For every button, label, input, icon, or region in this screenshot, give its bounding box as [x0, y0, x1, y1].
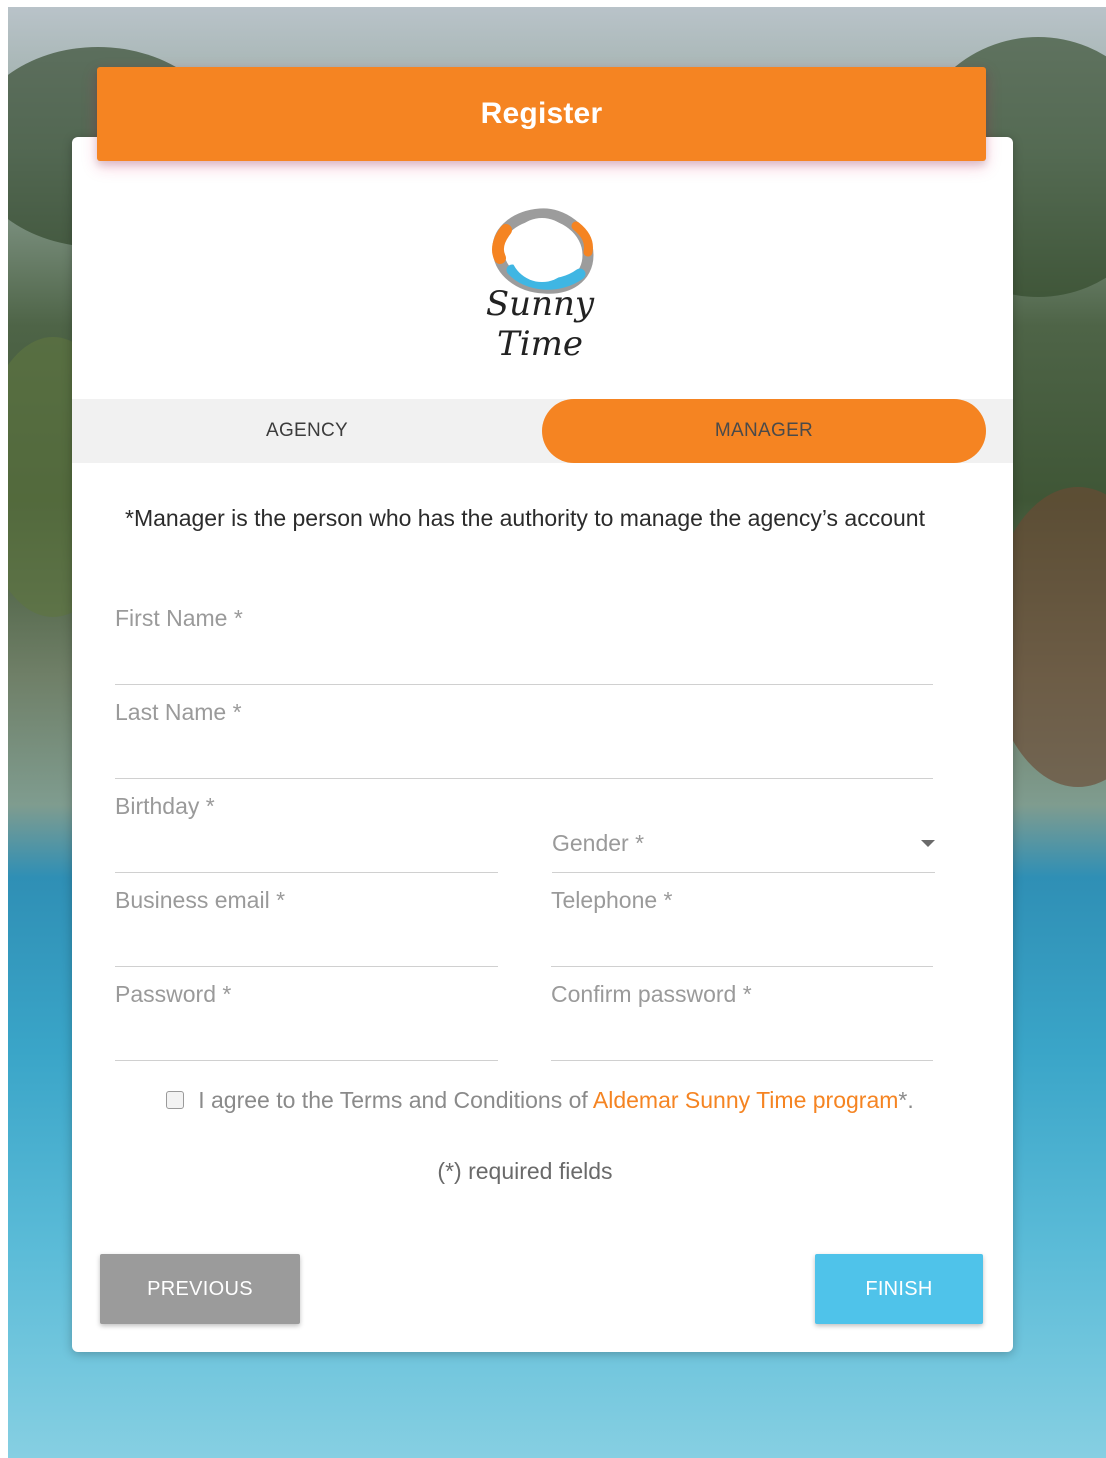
business-email-field[interactable]: Business email *	[115, 882, 502, 967]
terms-link[interactable]: Aldemar Sunny Time program	[593, 1087, 899, 1113]
terms-suffix: *.	[898, 1087, 914, 1113]
caret-down-icon	[921, 840, 935, 847]
password-field[interactable]: Password *	[115, 976, 502, 1061]
confirm-password-input[interactable]	[551, 1026, 937, 1056]
tab-manager-label: MANAGER	[714, 420, 814, 441]
birthday-label: Birthday *	[115, 793, 215, 819]
confirm-password-label: Confirm password *	[551, 981, 752, 1007]
first-name-label: First Name *	[115, 605, 243, 631]
manager-note: *Manager is the person who has the autho…	[125, 505, 925, 531]
last-name-input[interactable]	[115, 744, 937, 774]
previous-button[interactable]: PREVIOUS	[100, 1254, 300, 1324]
tab-agency[interactable]: AGENCY	[72, 399, 542, 463]
terms-prefix: I agree to the Terms and Conditions of	[198, 1087, 593, 1113]
tab-agency-label: AGENCY	[265, 420, 349, 441]
password-label: Password *	[115, 981, 232, 1007]
first-name-input[interactable]	[115, 650, 937, 680]
terms-agreement: I agree to the Terms and Conditions of A…	[150, 1083, 930, 1117]
required-fields-note: (*) required fields	[437, 1158, 613, 1184]
business-email-input[interactable]	[115, 932, 502, 962]
logo-text: Sunny Time	[485, 284, 595, 364]
gender-select[interactable]: Gender *	[552, 826, 935, 873]
telephone-field[interactable]: Telephone *	[551, 882, 937, 967]
business-email-label: Business email *	[115, 887, 286, 913]
telephone-label: Telephone *	[551, 887, 673, 913]
role-tabs: AGENCY MANAGER	[72, 399, 1013, 463]
terms-checkbox[interactable]	[166, 1091, 185, 1109]
previous-button-label: PREVIOUS	[147, 1277, 253, 1300]
register-header: Register	[97, 67, 986, 161]
telephone-input[interactable]	[551, 932, 937, 962]
last-name-field[interactable]: Last Name *	[115, 694, 937, 779]
finish-button-label: FINISH	[865, 1277, 933, 1300]
tab-manager[interactable]: MANAGER	[542, 399, 986, 463]
finish-button[interactable]: FINISH	[815, 1254, 983, 1324]
gender-label: Gender *	[552, 830, 645, 856]
register-title: Register	[480, 97, 603, 130]
password-input[interactable]	[115, 1026, 502, 1056]
confirm-password-field[interactable]: Confirm password *	[551, 976, 937, 1061]
birthday-field[interactable]: Birthday *	[115, 788, 502, 873]
sunny-time-logo: Sunny Time	[440, 200, 640, 364]
last-name-label: Last Name *	[115, 699, 242, 725]
first-name-field[interactable]: First Name *	[115, 600, 937, 685]
birthday-input[interactable]	[115, 838, 502, 868]
